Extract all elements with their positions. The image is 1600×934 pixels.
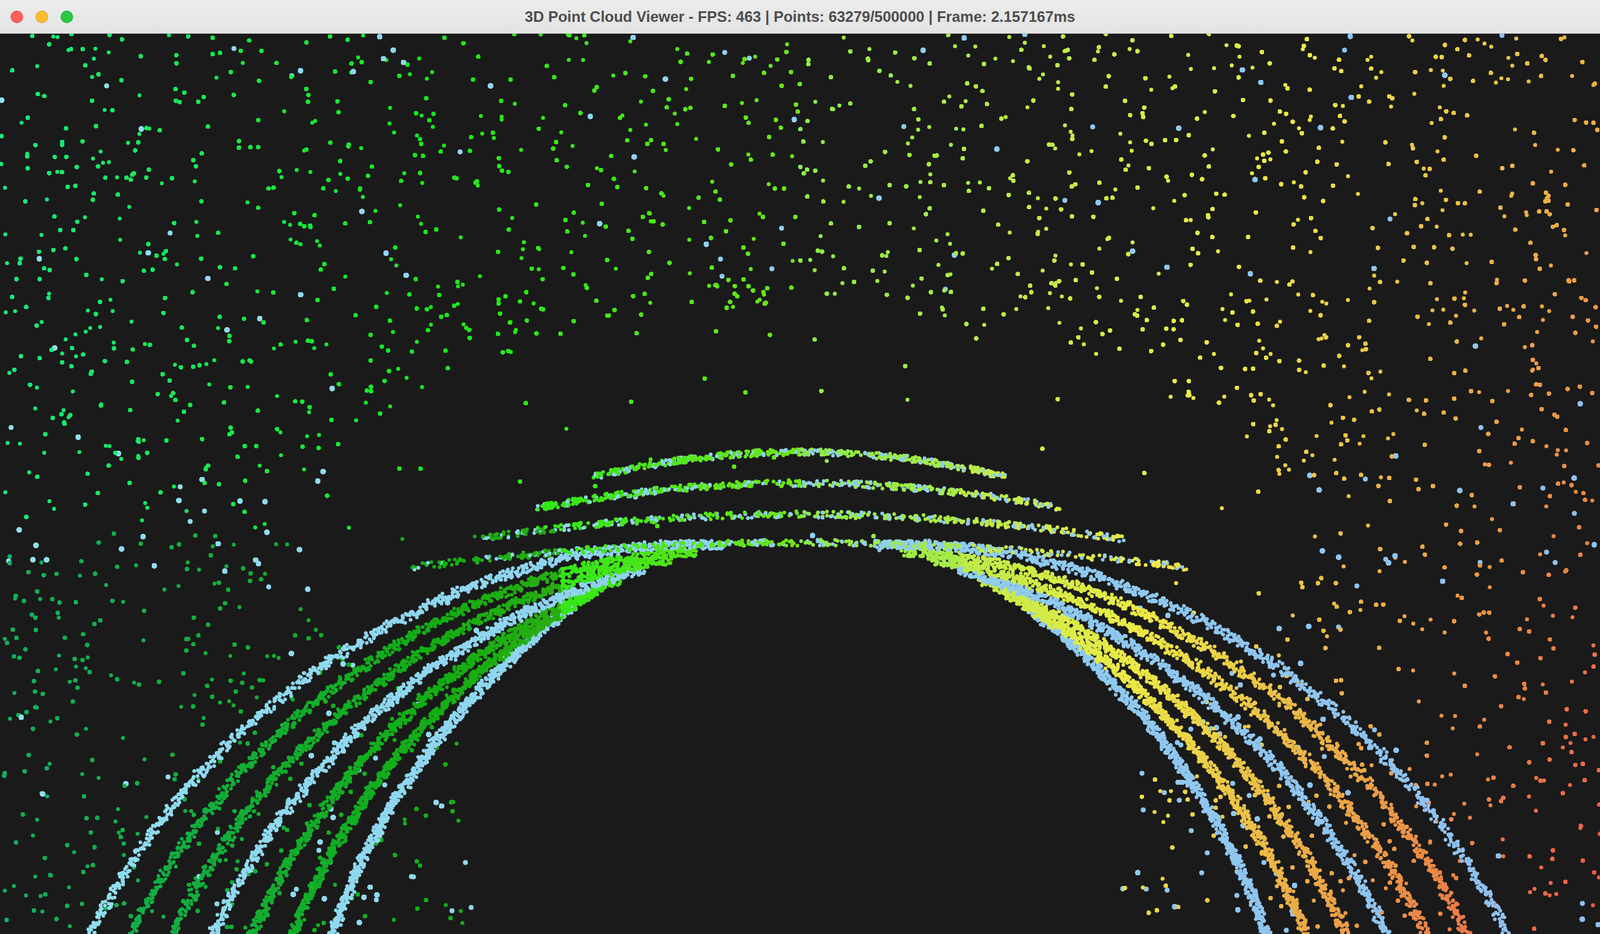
point-cloud-canvas[interactable] xyxy=(0,33,1600,934)
close-button[interactable] xyxy=(10,10,24,24)
window-controls xyxy=(0,0,74,34)
viewer-window: 3D Point Cloud Viewer - FPS: 463 | Point… xyxy=(0,0,1600,934)
zoom-button[interactable] xyxy=(60,10,74,24)
minimize-button[interactable] xyxy=(35,10,49,24)
title-bar[interactable]: 3D Point Cloud Viewer - FPS: 463 | Point… xyxy=(0,0,1600,34)
point-cloud-view[interactable] xyxy=(0,33,1600,934)
window-title: 3D Point Cloud Viewer - FPS: 463 | Point… xyxy=(0,1,1600,32)
